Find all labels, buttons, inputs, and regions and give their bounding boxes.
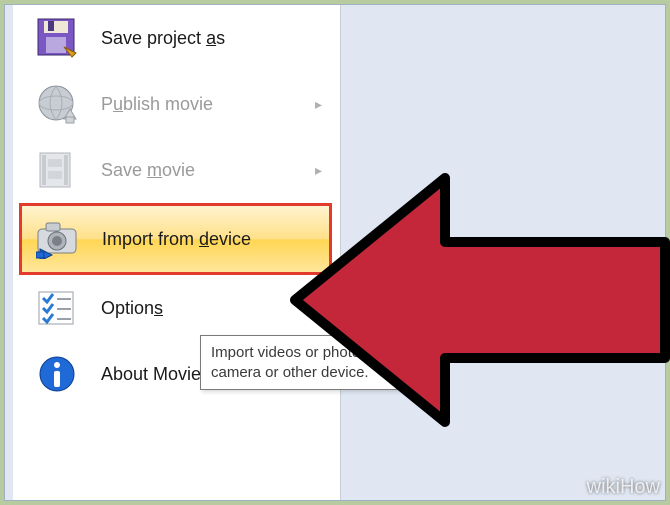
floppy-save-as-icon <box>35 16 79 60</box>
watermark: wikiHow <box>587 476 660 499</box>
camera-import-icon <box>36 217 80 261</box>
file-menu-panel: Save project as Publish movie ▸ <box>13 5 341 500</box>
menu-import-from-device[interactable]: Import from device <box>19 203 332 275</box>
menu-item-label: Save project as <box>101 28 225 49</box>
menu-options[interactable]: Options <box>13 275 340 341</box>
menu-item-label: Options <box>101 298 163 319</box>
menu-save-project-as[interactable]: Save project as <box>13 5 340 71</box>
info-icon <box>35 352 79 396</box>
menu-item-label: Save movie <box>101 160 195 181</box>
annotation-arrow <box>285 170 670 430</box>
globe-upload-icon <box>35 82 79 126</box>
submenu-arrow-icon: ▸ <box>315 162 322 179</box>
menu-save-movie: Save movie ▸ <box>13 137 340 203</box>
submenu-arrow-icon: ▸ <box>315 96 322 113</box>
film-save-icon <box>35 148 79 192</box>
menu-publish-movie: Publish movie ▸ <box>13 71 340 137</box>
menu-item-label: Import from device <box>102 229 251 250</box>
options-checklist-icon <box>35 286 79 330</box>
tooltip: Import videos or photos from a camera or… <box>200 335 440 390</box>
menu-item-label: Publish movie <box>101 94 213 115</box>
screenshot-frame: Save project as Publish movie ▸ <box>4 4 666 501</box>
